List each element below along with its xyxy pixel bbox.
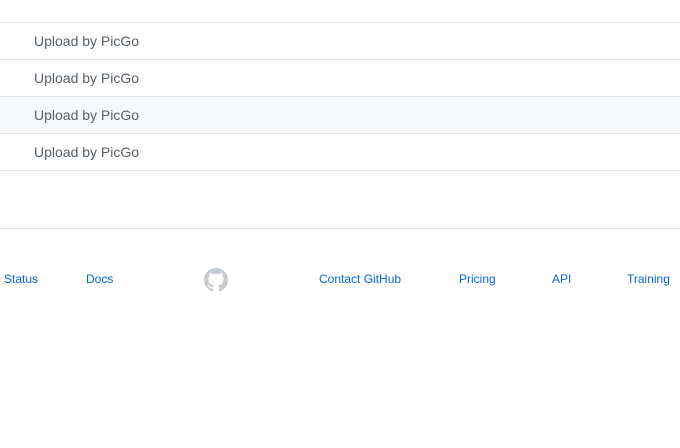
commit-message-link[interactable]: Upload by PicGo bbox=[34, 97, 139, 133]
footer-link-docs[interactable]: Docs bbox=[86, 272, 113, 286]
file-row[interactable]: Upload by PicGo bbox=[0, 97, 680, 134]
file-row[interactable]: Upload by PicGo bbox=[0, 60, 680, 97]
commit-message-link[interactable]: Upload by PicGo bbox=[34, 134, 139, 170]
footer-link-training[interactable]: Training bbox=[627, 272, 670, 286]
file-row[interactable]: Upload by PicGo bbox=[0, 134, 680, 171]
footer-divider bbox=[0, 228, 680, 229]
github-mark-icon[interactable] bbox=[204, 268, 228, 292]
footer-link-pricing[interactable]: Pricing bbox=[459, 272, 496, 286]
commit-message-link[interactable]: Upload by PicGo bbox=[34, 23, 139, 59]
file-row[interactable]: Upload by PicGo bbox=[0, 23, 680, 60]
footer-link-contact[interactable]: Contact GitHub bbox=[319, 272, 401, 286]
footer-link-api[interactable]: API bbox=[552, 272, 571, 286]
footer-link-status[interactable]: Status bbox=[4, 272, 38, 286]
file-list: Upload by PicGo Upload by PicGo Upload b… bbox=[0, 22, 680, 171]
commit-message-link[interactable]: Upload by PicGo bbox=[34, 60, 139, 96]
